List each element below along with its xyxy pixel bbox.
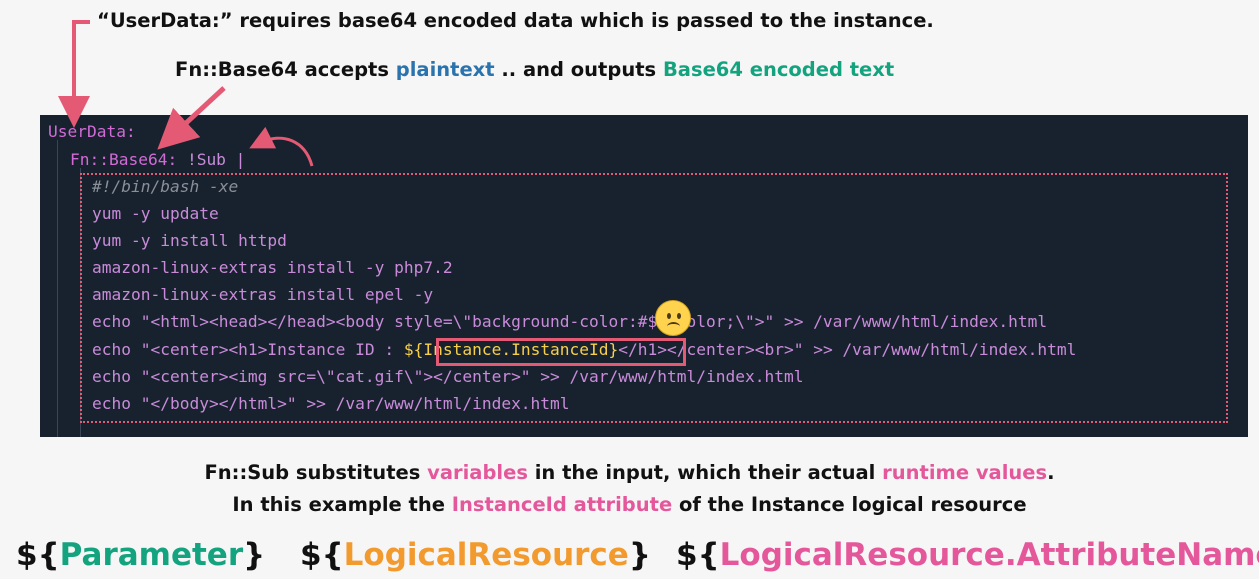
example-parameter-label: Parameter [59, 537, 244, 573]
note-text: Fn::Sub substitutes [204, 461, 428, 484]
note-variables: variables [427, 461, 528, 484]
note-instanceid-attribute: InstanceId attribute [451, 493, 673, 516]
example-parameter: ${Parameter} [16, 537, 265, 573]
example-logical-resource: ${LogicalResource} [300, 537, 651, 573]
example-brace: ${ [676, 537, 720, 573]
note-instanceid-example: In this example the InstanceId attribute… [0, 493, 1259, 516]
example-brace: ${ [16, 537, 60, 573]
note-text: of the Instance logical resource [672, 493, 1027, 516]
example-brace: ${ [300, 537, 344, 573]
arrow-icon [249, 126, 314, 167]
note-runtime-values: runtime values [882, 461, 1048, 484]
arrow-icon [58, 20, 90, 128]
note-fn-sub: Fn::Sub substitutes variables in the inp… [0, 461, 1259, 484]
example-brace: } [243, 537, 266, 573]
arrow-icon [157, 86, 226, 150]
example-attribute-name: ${LogicalResource.AttributeName} [676, 537, 1259, 573]
example-attribute-name-label: LogicalResource.AttributeName [719, 537, 1259, 573]
note-text: . [1047, 461, 1055, 484]
note-text: in the input, which their actual [527, 461, 883, 484]
note-text: In this example the [232, 493, 452, 516]
example-logical-resource-label: LogicalResource [343, 537, 629, 573]
example-brace: } [628, 537, 651, 573]
